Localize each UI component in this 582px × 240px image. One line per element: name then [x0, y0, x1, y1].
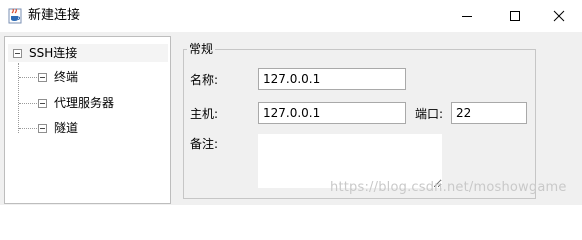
note-label: 备注: — [190, 137, 219, 151]
tree-node-label: 终端 — [54, 70, 79, 84]
java-cup-icon — [8, 8, 22, 24]
group-title: 常规 — [187, 42, 216, 56]
window-title: 新建连接 — [28, 8, 81, 23]
tree-connector — [19, 128, 37, 129]
tree-connector — [19, 103, 37, 104]
title-bar: 新建连接 — [0, 0, 582, 32]
minimize-button[interactable] — [444, 0, 490, 32]
tree-connector — [19, 77, 37, 78]
collapse-icon[interactable] — [38, 73, 47, 82]
host-input[interactable] — [258, 102, 406, 124]
host-label: 主机: — [190, 107, 219, 121]
port-label: 端口: — [415, 107, 444, 121]
watermark: https://blog.csdn.net/moshowgame — [330, 180, 567, 195]
name-label: 名称: — [190, 73, 219, 87]
dialog-body: SSH连接 终端 代理服务器 隧道 常规 名称: 主机: 端口: 备注: htt… — [0, 32, 582, 205]
name-input[interactable] — [258, 68, 406, 90]
collapse-icon[interactable] — [38, 99, 47, 108]
close-icon — [553, 10, 565, 22]
collapse-icon[interactable] — [13, 49, 22, 58]
close-button[interactable] — [536, 0, 582, 32]
tree-node-ssh[interactable]: SSH连接 — [8, 44, 168, 62]
collapse-icon[interactable] — [38, 124, 47, 133]
maximize-button[interactable] — [492, 0, 538, 32]
port-input[interactable] — [451, 102, 527, 124]
maximize-icon — [510, 11, 520, 21]
minimize-icon — [462, 16, 472, 17]
tree-node-label: 代理服务器 — [54, 96, 115, 110]
connection-settings-tree[interactable]: SSH连接 终端 代理服务器 隧道 — [4, 36, 171, 204]
tree-connector — [18, 63, 19, 133]
tree-node-label: 隧道 — [54, 121, 79, 135]
tree-node-label: SSH连接 — [29, 46, 78, 60]
